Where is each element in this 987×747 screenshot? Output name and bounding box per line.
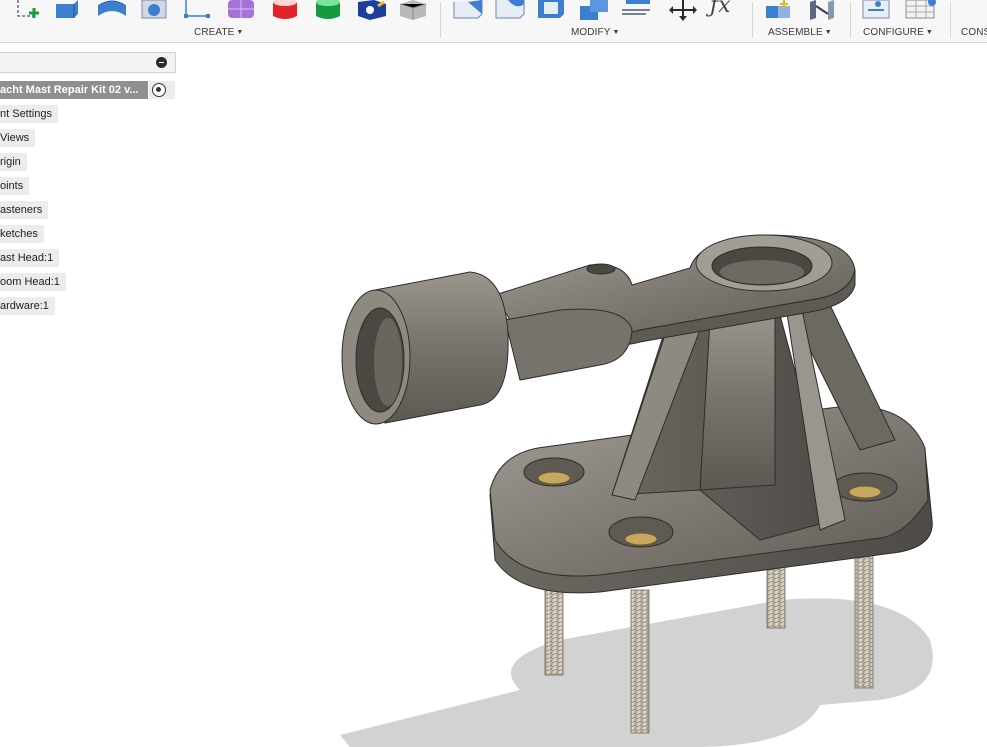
solid-icon[interactable] — [398, 0, 427, 22]
model-viewport[interactable] — [0, 43, 987, 747]
revolve-icon[interactable] — [96, 0, 127, 22]
modify-label: MODIFY — [571, 27, 611, 38]
form-icon[interactable] — [226, 0, 254, 22]
parameters-icon[interactable]: ƒx — [708, 0, 748, 22]
combine-icon[interactable] — [578, 0, 608, 22]
create-menu[interactable]: CREATE ▼ — [194, 27, 243, 38]
parameters-glyph: ƒx — [710, 0, 731, 18]
construct-menu[interactable]: CONS — [961, 27, 987, 38]
line-icon[interactable] — [182, 0, 210, 22]
create-label: CREATE — [194, 27, 235, 38]
configure-icon[interactable] — [862, 0, 890, 22]
configure-menu[interactable]: CONFIGURE ▼ — [863, 27, 933, 38]
create-sketch-icon[interactable] — [12, 0, 39, 22]
insert-icon[interactable] — [356, 0, 386, 22]
move-icon[interactable] — [666, 0, 697, 22]
extrude-icon[interactable] — [54, 0, 80, 22]
assemble-menu[interactable]: ASSEMBLE ▼ — [768, 27, 832, 38]
pipe-fitting — [341, 271, 509, 425]
hole-icon[interactable] — [140, 0, 167, 22]
table-icon[interactable] — [904, 0, 936, 22]
modify-menu[interactable]: MODIFY ▼ — [571, 27, 620, 38]
box-icon[interactable] — [313, 0, 340, 22]
align-icon[interactable] — [620, 0, 650, 22]
press-pull-icon[interactable] — [452, 0, 483, 22]
new-component-icon[interactable] — [764, 0, 790, 22]
construct-label: CONS — [961, 27, 987, 38]
shell-icon[interactable] — [536, 0, 564, 22]
cylinder-icon[interactable] — [270, 0, 297, 22]
fillet-icon[interactable] — [494, 0, 525, 22]
toolbar: ƒx CREATE ▼ MODIFY ▼ ASSEMBLE ▼ CONFIGURE ▼ … — [0, 0, 987, 43]
assemble-label: ASSEMBLE — [768, 27, 823, 38]
configure-label: CONFIGURE — [863, 27, 924, 38]
joint-icon[interactable] — [806, 0, 834, 22]
